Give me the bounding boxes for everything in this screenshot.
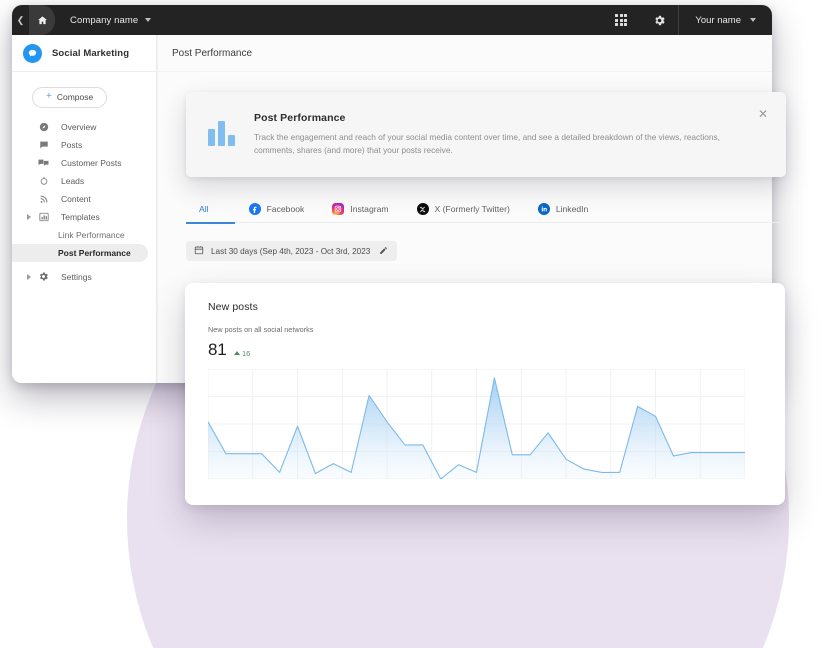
chevron-left-icon[interactable]: ❮ [12,5,29,35]
apps-grid-glyph [615,13,628,27]
topbar-left: ❮ Company name [12,5,152,35]
plus-icon: + [46,91,52,102]
metric-card-new-posts: New posts New posts on all social networ… [185,283,785,505]
tab-label: LinkedIn [555,204,589,214]
tab-label: Facebook [266,204,305,214]
user-menu[interactable]: Your name [678,5,772,35]
top-bar: ❮ Company name Your name [12,5,772,35]
tab-instagram[interactable]: Instagram [318,196,402,223]
sidebar-item-leads[interactable]: Leads [12,172,156,190]
tab-label: All [199,204,209,214]
metric-delta: 16 [233,348,251,358]
banner-description: Track the engagement and reach of your s… [254,131,720,155]
compose-button[interactable]: + Compose [32,86,108,108]
area-chart-svg [208,369,745,479]
linkedin-icon [537,203,550,215]
sidebar-item-label: Link Performance [58,229,125,240]
sidebar-item-customer-posts[interactable]: Customer Posts [12,154,156,172]
gear-icon [38,271,49,282]
new-posts-area-chart [208,369,745,479]
sidebar-item-post-performance[interactable]: Post Performance [12,243,148,262]
info-banner: Post Performance Track the engagement an… [186,92,786,177]
close-icon[interactable]: ✕ [750,108,768,120]
company-name-label: Company name [70,14,139,26]
chevron-right-icon[interactable] [27,213,31,220]
topbar-right: Your name [602,5,772,35]
date-range-filter[interactable]: Last 30 days (Sep 4th, 2023 - Oct 3rd, 2… [186,241,398,261]
compose-wrap: + Compose [12,72,156,116]
metric-card-title: New posts [208,301,258,313]
compose-label: Compose [56,92,94,102]
sidebar-item-overview[interactable]: Overview [12,118,156,136]
sidebar-item-posts[interactable]: Posts [12,136,156,154]
metric-value-row: 81 16 [208,340,763,360]
network-tabs: All Facebook Instagram X (Formerly Twitt… [186,196,786,224]
pencil-icon[interactable] [379,246,388,257]
arrow-up-icon [233,351,240,355]
target-icon [38,175,49,186]
apps-grid-icon[interactable] [602,5,640,35]
chat-bubble-logo [23,43,42,63]
bar-chart-icon [38,211,49,222]
brand-name-label: Social Marketing [52,47,130,59]
tab-x-twitter[interactable]: X (Formerly Twitter) [403,196,524,223]
chevron-down-icon [145,18,152,22]
gear-icon[interactable] [640,5,678,35]
sidebar: Social Marketing + Compose Overview Post… [12,35,157,383]
banner-text: Post Performance Track the engagement an… [254,112,750,158]
sidebar-item-label: Customer Posts [61,157,122,168]
sidebar-item-settings[interactable]: Settings [12,268,156,286]
page-title: Post Performance [158,35,772,72]
sidebar-item-content[interactable]: Content [12,190,156,208]
chevron-right-icon[interactable] [27,273,31,280]
banner-title: Post Performance [254,111,346,124]
bar-chart-icon [208,120,254,148]
sidebar-item-label: Post Performance [58,247,131,258]
tab-label: Instagram [350,204,389,214]
date-range-label: Last 30 days (Sep 4th, 2023 - Oct 3rd, 2… [211,246,371,256]
x-twitter-icon [416,203,429,215]
chevron-down-icon [750,18,756,22]
message-icon [38,139,49,150]
metric-value: 81 [208,340,227,359]
customer-posts-icon [38,157,49,168]
company-selector[interactable]: Company name [70,14,152,26]
brand-header: Social Marketing [12,35,156,72]
screenshot-root: ❮ Company name Your name Social Marketin… [0,0,840,648]
sidebar-nav: Overview Posts Customer Posts Leads Cont… [12,116,156,286]
sidebar-item-templates[interactable]: Templates [12,208,156,226]
instagram-icon [332,203,345,215]
metric-delta-value: 16 [242,348,251,358]
tab-all[interactable]: All [186,196,235,224]
user-name-label: Your name [695,14,741,26]
tab-facebook[interactable]: Facebook [235,196,319,223]
calendar-icon [194,245,204,257]
tab-label: X (Formerly Twitter) [434,204,510,214]
rss-icon [38,193,49,204]
home-icon[interactable] [29,5,55,35]
facebook-icon [248,203,261,215]
sidebar-item-link-performance[interactable]: Link Performance [12,226,156,244]
tab-linkedin[interactable]: LinkedIn [524,196,603,223]
compass-icon [38,121,49,132]
metric-card-subtitle: New posts on all social networks [208,325,314,334]
